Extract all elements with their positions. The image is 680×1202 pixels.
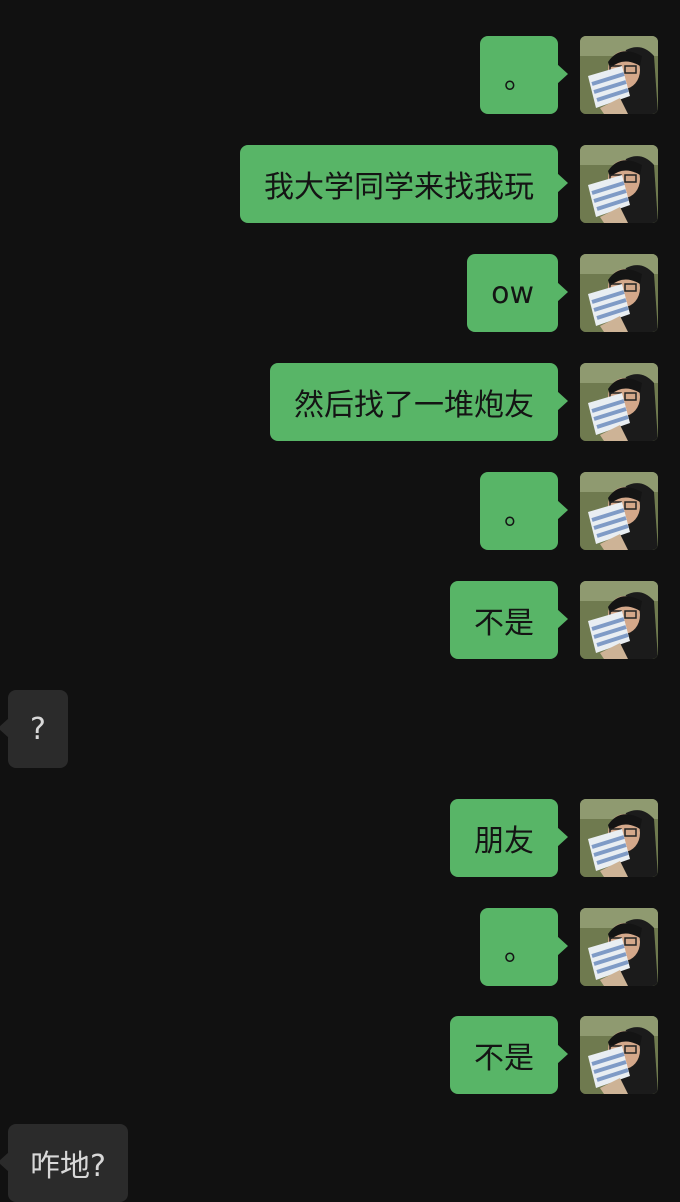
incoming-message-bubble[interactable]: 咋地? bbox=[0, 1124, 128, 1202]
avatar-photo-icon bbox=[580, 908, 658, 986]
avatar-photo-icon bbox=[580, 799, 658, 877]
outgoing-message-bubble[interactable]: 朋友 bbox=[450, 799, 568, 877]
message-row: ow bbox=[0, 254, 680, 332]
outgoing-message-bubble[interactable]: 。 bbox=[480, 472, 568, 550]
outgoing-message-bubble[interactable]: 我大学同学来找我玩 bbox=[240, 145, 568, 223]
avatar[interactable] bbox=[580, 145, 658, 223]
avatar[interactable] bbox=[580, 799, 658, 877]
outgoing-message-bubble[interactable]: 不是 bbox=[450, 1016, 568, 1094]
avatar-photo-icon bbox=[580, 145, 658, 223]
avatar-photo-icon bbox=[580, 254, 658, 332]
outgoing-message-bubble[interactable]: 。 bbox=[480, 908, 568, 986]
avatar[interactable] bbox=[580, 36, 658, 114]
message-row: 不是 bbox=[0, 581, 680, 659]
avatar-photo-icon bbox=[580, 1016, 658, 1094]
avatar[interactable] bbox=[580, 472, 658, 550]
avatar-photo-icon bbox=[580, 363, 658, 441]
avatar-photo-icon bbox=[580, 581, 658, 659]
outgoing-message-bubble[interactable]: ow bbox=[467, 254, 568, 332]
avatar[interactable] bbox=[580, 1016, 658, 1094]
avatar[interactable] bbox=[580, 581, 658, 659]
message-row: 。 bbox=[0, 472, 680, 550]
avatar[interactable] bbox=[580, 254, 658, 332]
avatar[interactable] bbox=[580, 908, 658, 986]
avatar-photo-icon bbox=[580, 472, 658, 550]
avatar-photo-icon bbox=[580, 36, 658, 114]
message-row: 咋地? bbox=[0, 1124, 680, 1202]
message-row: 不是 bbox=[0, 1016, 680, 1094]
outgoing-message-bubble[interactable]: 不是 bbox=[450, 581, 568, 659]
message-row: 我大学同学来找我玩 bbox=[0, 145, 680, 223]
incoming-message-bubble[interactable]: ? bbox=[0, 690, 68, 768]
message-row: 。 bbox=[0, 36, 680, 114]
message-row: 朋友 bbox=[0, 799, 680, 877]
message-row: 。 bbox=[0, 908, 680, 986]
avatar[interactable] bbox=[580, 363, 658, 441]
chat-message-list[interactable]: 。 我大学同学来找我玩 ow 然后找了一堆炮友 。 不是 ? 朋友 。 不是 咋… bbox=[0, 0, 680, 1202]
message-row: ? bbox=[0, 690, 680, 768]
outgoing-message-bubble[interactable]: 。 bbox=[480, 36, 568, 114]
outgoing-message-bubble[interactable]: 然后找了一堆炮友 bbox=[270, 363, 568, 441]
message-row: 然后找了一堆炮友 bbox=[0, 363, 680, 441]
